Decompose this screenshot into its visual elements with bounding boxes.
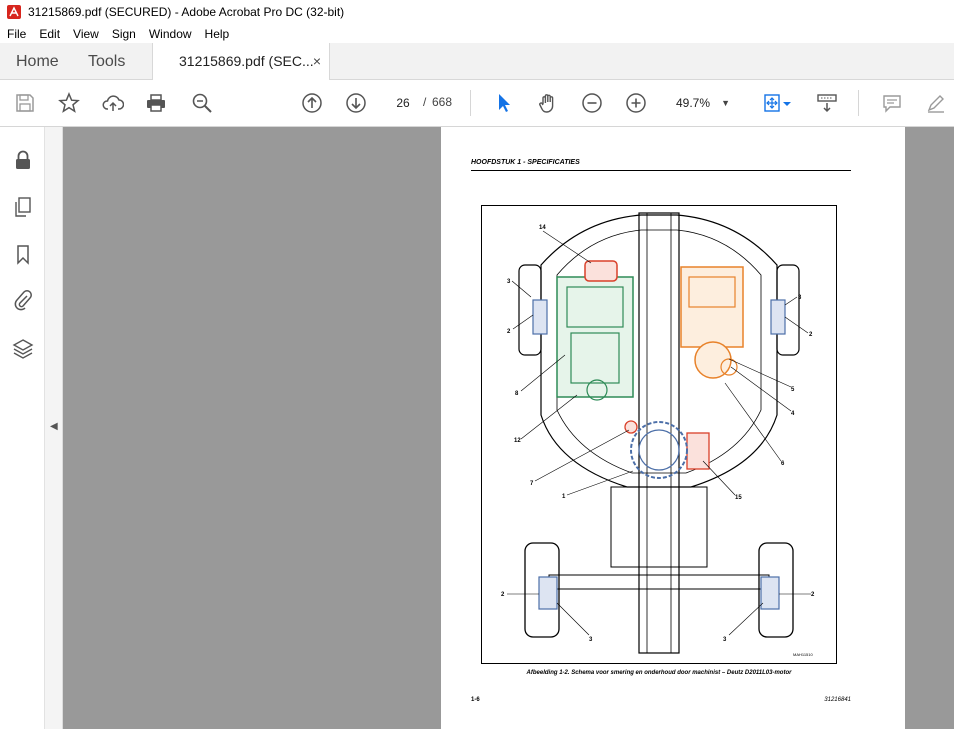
zoom-level-value: 49.7% [676,96,711,110]
callout-label: 2 [507,329,511,335]
layers-icon[interactable] [11,336,35,360]
close-tab-icon[interactable]: × [313,43,321,80]
callout-label: 3 [723,637,727,643]
attachment-paperclip-icon[interactable] [11,288,35,312]
machine-lubrication-diagram: 14 3 2 8 12 7 1 15 6 4 5 3 2 2 3 2 3 MAH… [501,212,815,657]
zoom-search-icon[interactable] [190,91,214,115]
header-rule [471,170,851,171]
tab-bar: Home Tools 31215869.pdf (SEC... × [0,43,954,81]
toolbar-divider [470,90,471,116]
lock-icon[interactable] [11,148,35,172]
page-footer-doc-number: 31216841 [824,697,851,703]
upload-cloud-icon[interactable] [101,91,125,115]
tab-document-label: 31215869.pdf (SEC... [179,53,314,69]
figure-caption: Afbeelding 1-2. Schema voor smering en o… [526,670,792,676]
callout-label: 2 [501,592,505,598]
page-thumbnails-icon[interactable] [11,195,35,219]
main-toolbar: 26 / 668 49.7% ▼ [0,80,954,127]
side-panel-toggle[interactable]: ◀ [45,127,63,729]
comment-icon[interactable] [880,91,904,115]
next-page-icon[interactable] [344,91,368,115]
select-cursor-icon[interactable] [492,91,516,115]
hand-tool-icon[interactable] [536,91,560,115]
page-footer-number: 1-6 [471,697,480,703]
star-icon[interactable] [57,91,81,115]
document-viewer[interactable]: HOOFDSTUK 1 - SPECIFICATIES 14 3 2 8 12 … [63,127,954,729]
callout-label: 15 [735,495,742,501]
menu-bar: File Edit View Sign Window Help [0,24,954,43]
menu-edit[interactable]: Edit [32,27,66,41]
zoom-in-icon[interactable] [624,91,648,115]
zoom-level-dropdown[interactable]: 49.7% ▼ [668,92,740,114]
callout-label: 1 [562,494,566,500]
tab-document[interactable]: 31215869.pdf (SEC... × [152,43,330,81]
callout-label: 3 [589,637,593,643]
toolbar-divider [858,90,859,116]
callout-label: 5 [791,387,795,393]
acrobat-logo-icon [7,5,21,19]
zoom-out-icon[interactable] [580,91,604,115]
chevron-left-icon: ◀ [50,421,58,432]
menu-help[interactable]: Help [198,27,236,41]
window-titlebar: 31215869.pdf (SECURED) - Adobe Acrobat P… [0,0,954,24]
page-number-input[interactable]: 26 [387,92,419,114]
callout-label: 4 [791,411,795,417]
scroll-mode-icon[interactable] [815,91,839,115]
callout-label: 3 [798,295,802,301]
pdf-page: HOOFDSTUK 1 - SPECIFICATIES 14 3 2 8 12 … [441,127,905,729]
previous-page-icon[interactable] [300,91,324,115]
print-icon[interactable] [144,91,168,115]
menu-file[interactable]: File [0,27,32,41]
tab-home[interactable]: Home [16,43,59,80]
highlight-pen-icon[interactable] [924,91,948,115]
callout-label: 12 [514,438,521,444]
callout-label: 2 [809,332,813,338]
chevron-down-icon: ▼ [721,98,730,108]
save-icon[interactable] [13,91,37,115]
tab-tools[interactable]: Tools [88,43,125,80]
menu-window[interactable]: Window [142,27,198,41]
menu-view[interactable]: View [66,27,105,41]
callout-label: 2 [811,592,815,598]
callout-label: 6 [781,461,785,467]
window-title: 31215869.pdf (SECURED) - Adobe Acrobat P… [28,5,345,19]
drawing-code: MAH11510 [793,652,813,657]
left-navigation-rail [0,127,45,729]
page-header: HOOFDSTUK 1 - SPECIFICATIES [471,159,580,166]
callout-label: 8 [515,391,519,397]
callout-label: 14 [539,225,546,231]
page-separator: / [423,95,427,109]
fit-page-chevron-icon[interactable] [780,91,794,115]
callout-label: 3 [507,279,511,285]
page-total: 668 [432,95,453,109]
bookmark-icon[interactable] [11,242,35,266]
menu-sign[interactable]: Sign [105,27,142,41]
callout-label: 7 [530,481,534,487]
